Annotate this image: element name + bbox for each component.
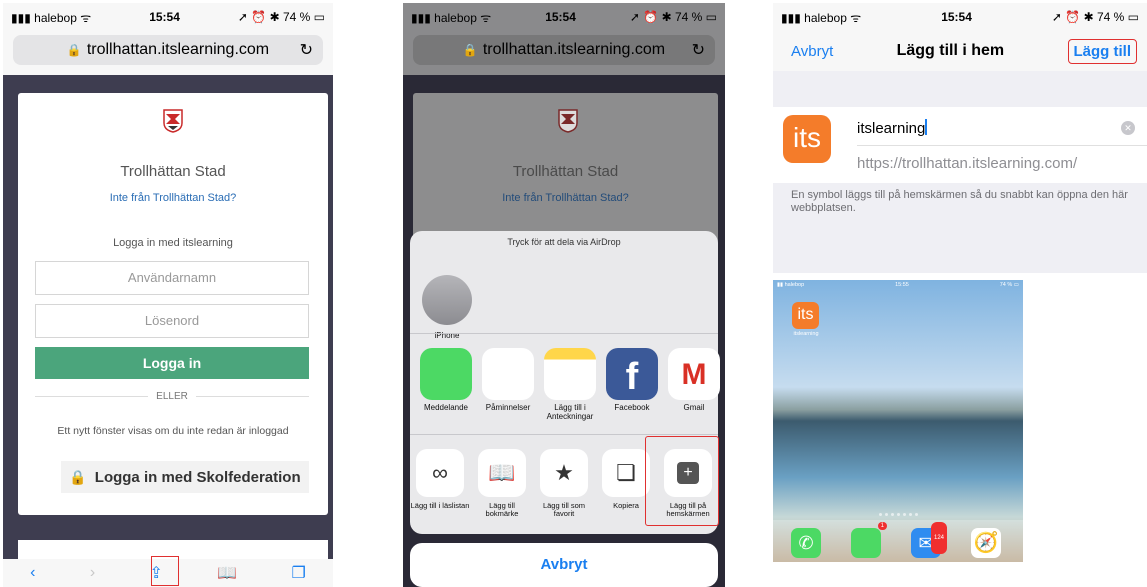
- divider: [410, 333, 718, 334]
- login-with-label: Logga in med itslearning: [113, 237, 233, 249]
- favorite-star-icon[interactable]: ★: [540, 449, 588, 497]
- share-sheet-screenshot: ▮▮▮ halebop ᯤ 15:54 ➚ ⏰ ✱ 74 % ▭ 🔒 troll…: [403, 3, 725, 587]
- messages-badge: 1: [877, 522, 887, 530]
- notes-app-icon[interactable]: [544, 348, 596, 400]
- facebook-app-icon[interactable]: f: [606, 348, 658, 400]
- carrier-label: ▮▮▮ halebop ᯤ: [781, 10, 862, 25]
- login-page-screenshot: ▮▮▮ halebop ᯤ 15:54 ➚ ⏰ ✱ 74 % ▭ 🔒 troll…: [3, 3, 333, 587]
- nav-bar: Avbryt Lägg till i hem Lägg till: [773, 31, 1147, 71]
- tabs-icon[interactable]: ❐: [291, 563, 305, 583]
- lock-icon: 🔒: [66, 43, 82, 57]
- itslearning-app-icon[interactable]: its: [792, 302, 819, 329]
- app-label: Lägg till i Anteckningar: [546, 403, 594, 421]
- share-highlight: [151, 556, 179, 586]
- address-bar[interactable]: 🔒 trollhattan.itslearning.com ↻: [13, 35, 323, 65]
- info-note: En symbol läggs till på hemskärmen så du…: [791, 189, 1128, 214]
- forward-icon[interactable]: ›: [90, 564, 95, 582]
- reload-icon[interactable]: ↻: [692, 40, 705, 60]
- app-label: Facebook: [614, 403, 650, 412]
- copy-icon[interactable]: ❏: [602, 449, 650, 497]
- clear-icon[interactable]: ✕: [1121, 121, 1135, 135]
- bookmark-icon[interactable]: 📖: [478, 449, 526, 497]
- divider: [857, 145, 1147, 146]
- cancel-button[interactable]: Avbryt: [791, 43, 833, 60]
- crest-icon: [163, 109, 183, 133]
- carrier-label: ▮▮▮ halebop ᯤ: [411, 10, 492, 25]
- lock-icon: 🔒: [462, 43, 478, 57]
- org-name: Trollhättan Stad: [120, 163, 226, 180]
- crest-icon: [558, 109, 578, 133]
- carrier-label: ▮▮▮ halebop ᯤ: [11, 10, 92, 25]
- add-home-highlight: [645, 436, 719, 526]
- back-icon[interactable]: ‹: [30, 564, 35, 582]
- status-bar: ▮▮▮ halebop ᯤ 15:54 ➚ ⏰ ✱ 74 % ▭: [3, 3, 333, 31]
- dock: ✆ 1 ✉ 124 🧭: [773, 520, 1023, 562]
- safari-icon[interactable]: 🧭: [971, 528, 1001, 558]
- dialog-title: Lägg till i hem: [896, 42, 1005, 59]
- url-text: trollhattan.itslearning.com: [482, 41, 666, 58]
- battery-label: ➚ ⏰ ✱ 74 % ▭: [237, 10, 325, 24]
- safari-top-bar: ▮▮▮ halebop ᯤ 15:54 ➚ ⏰ ✱ 74 % ▭ 🔒 troll…: [3, 3, 333, 75]
- url-text: https://trollhattan.itslearning.com/: [857, 155, 1078, 172]
- status-bar: ▮▮ halebop 15:55 74 % ▭: [777, 282, 1019, 288]
- reminders-app-icon[interactable]: [482, 348, 534, 400]
- skolfederation-label: Logga in med Skolfederation: [94, 468, 301, 486]
- mail-icon[interactable]: ✉ 124: [911, 522, 947, 558]
- cancel-button[interactable]: Avbryt: [410, 543, 718, 587]
- bookmarks-icon[interactable]: 📖: [217, 563, 237, 583]
- battery-label: ➚ ⏰ ✱ 74 % ▭: [629, 10, 717, 24]
- login-card: Trollhättan Stad Inte från Trollhättan S…: [18, 93, 328, 515]
- battery-label: ➚ ⏰ ✱ 74 % ▭: [1051, 10, 1139, 24]
- app-label: itslearning: [793, 331, 819, 337]
- clock: 15:54: [149, 10, 180, 24]
- reading-list-icon[interactable]: ∞: [416, 449, 464, 497]
- bookmark-row: its itslearning ✕ https://trollhattan.it…: [773, 107, 1147, 183]
- gmail-app-icon[interactable]: M: [668, 348, 720, 400]
- safari-top-bar: ▮▮▮ halebop ᯤ 15:54 ➚ ⏰ ✱ 74 % ▭ 🔒 troll…: [403, 3, 725, 75]
- skolfederation-button[interactable]: 🔒 Logga in med Skolfederation: [61, 461, 309, 493]
- action-label: Lägg till som favorit: [542, 501, 586, 518]
- org-name: Trollhättan Stad: [512, 163, 619, 180]
- app-label: Meddelande: [423, 403, 469, 412]
- avatar-icon[interactable]: [422, 275, 472, 325]
- reload-icon[interactable]: ↻: [300, 40, 313, 60]
- status-bar: ▮▮▮ halebop ᯤ 15:54 ➚ ⏰ ✱ 74 % ▭: [403, 3, 725, 31]
- username-field[interactable]: Användarnamn: [35, 261, 309, 295]
- or-divider: ELLER: [35, 391, 309, 402]
- phone-icon[interactable]: ✆: [791, 528, 821, 558]
- not-from-link[interactable]: Inte från Trollhättan Stad?: [18, 192, 328, 204]
- action-label: Lägg till bokmärke: [485, 501, 519, 518]
- divider: [410, 434, 718, 435]
- add-button[interactable]: Lägg till: [1067, 38, 1137, 64]
- lock-icon: 🔒: [69, 468, 87, 485]
- clock: 15:54: [941, 10, 972, 24]
- home-screen-screenshot: ▮▮ halebop 15:55 74 % ▭ its itslearning …: [773, 280, 1023, 562]
- status-bar: ▮▮▮ halebop ᯤ 15:54 ➚ ⏰ ✱ 74 % ▭: [773, 3, 1147, 31]
- messages-icon[interactable]: 1: [851, 522, 887, 558]
- app-label: Påminnelser: [485, 403, 531, 412]
- battery-label: 74 % ▭: [999, 282, 1019, 288]
- airdrop-title: Tryck för att dela via AirDrop: [507, 237, 621, 247]
- not-from-link: Inte från Trollhättan Stad?: [502, 192, 629, 204]
- mail-badge: 124: [930, 522, 947, 554]
- login-button[interactable]: Logga in: [35, 347, 309, 379]
- name-input[interactable]: itslearning: [857, 119, 927, 137]
- password-field[interactable]: Lösenord: [35, 304, 309, 338]
- clock: 15:55: [895, 282, 909, 288]
- app-label: Gmail: [683, 403, 705, 412]
- new-window-note: Ett nytt fönster visas om du inte redan …: [57, 425, 289, 437]
- add-to-home-dialog: ▮▮▮ halebop ᯤ 15:54 ➚ ⏰ ✱ 74 % ▭ Avbryt …: [773, 3, 1147, 273]
- carrier-label: ▮▮ halebop: [777, 282, 805, 288]
- clock: 15:54: [545, 10, 576, 24]
- itslearning-app-icon: its: [783, 115, 831, 163]
- address-bar[interactable]: 🔒 trollhattan.itslearning.com ↻: [413, 35, 715, 65]
- url-text: trollhattan.itslearning.com: [86, 41, 270, 58]
- messages-app-icon[interactable]: [420, 348, 472, 400]
- page-dots: [773, 513, 1023, 516]
- action-label: Lägg till i läslistan: [410, 501, 470, 510]
